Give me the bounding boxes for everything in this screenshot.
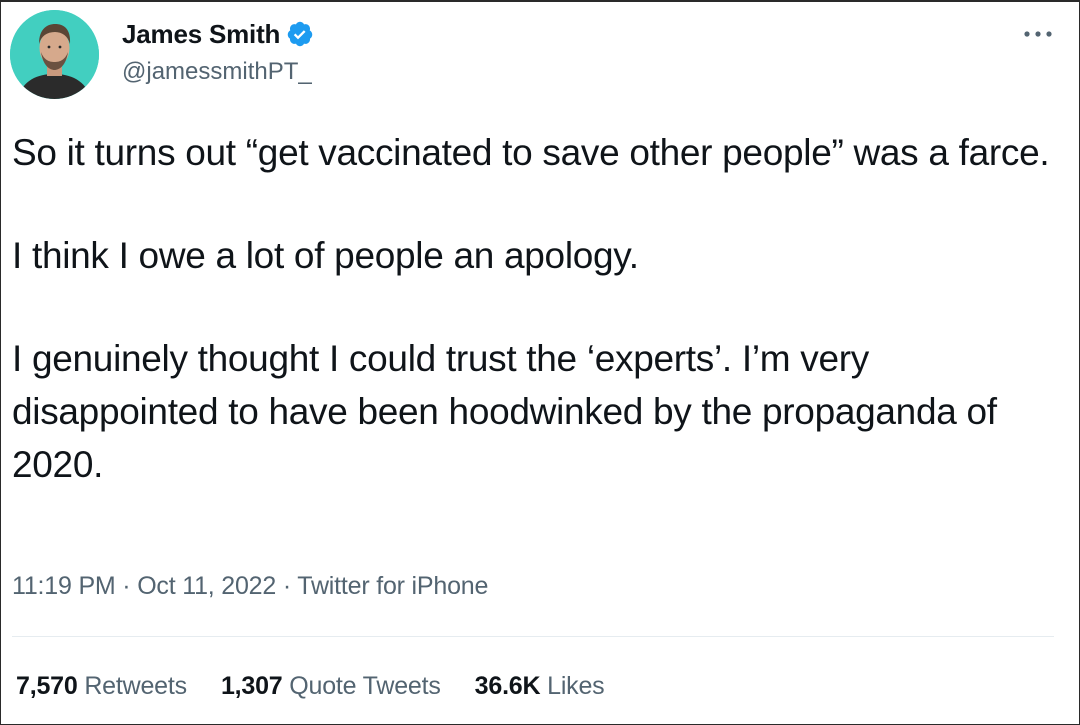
likes-stat[interactable]: 36.6K Likes — [475, 672, 605, 701]
avatar[interactable] — [10, 10, 99, 99]
tweet-paragraph: So it turns out “get vaccinated to save … — [12, 132, 1050, 173]
author-handle[interactable]: @jamessmithPT_ — [122, 58, 312, 86]
tweet-stats: 7,570 Retweets 1,307 Quote Tweets 36.6K … — [16, 672, 639, 701]
tweet-paragraph: I genuinely thought I could trust the ‘e… — [12, 338, 997, 485]
quote-tweets-label: Quote Tweets — [289, 672, 441, 700]
author-name[interactable]: James Smith — [122, 19, 280, 50]
verified-badge-icon — [287, 21, 313, 47]
tweet-paragraph: I think I owe a lot of people an apology… — [12, 235, 639, 276]
tweet-card: James Smith @jamessmithPT_ So it turns o… — [0, 0, 1080, 725]
meta-separator: · — [276, 572, 298, 600]
retweets-stat[interactable]: 7,570 Retweets — [16, 672, 187, 701]
likes-count: 36.6K — [474, 672, 541, 700]
quote-tweets-stat[interactable]: 1,307 Quote Tweets — [221, 672, 441, 701]
author-name-row: James Smith — [122, 18, 314, 50]
likes-label: Likes — [547, 672, 605, 700]
tweet-time[interactable]: 11:19 PM — [12, 572, 116, 600]
meta-separator: · — [115, 572, 138, 600]
retweets-count: 7,570 — [16, 672, 78, 700]
tweet-text: So it turns out “get vaccinated to save … — [12, 126, 1062, 491]
tweet-source[interactable]: Twitter for iPhone — [297, 572, 488, 600]
tweet-date[interactable]: Oct 11, 2022 — [137, 572, 276, 600]
more-horizontal-icon — [1024, 31, 1052, 37]
tweet-meta: 11:19 PM · Oct 11, 2022 · Twitter for iP… — [12, 572, 488, 601]
retweets-label: Retweets — [84, 672, 187, 700]
divider — [12, 636, 1054, 637]
quote-tweets-count: 1,307 — [220, 672, 283, 700]
more-options-button[interactable] — [1018, 20, 1058, 48]
profile-photo-icon — [10, 10, 99, 99]
